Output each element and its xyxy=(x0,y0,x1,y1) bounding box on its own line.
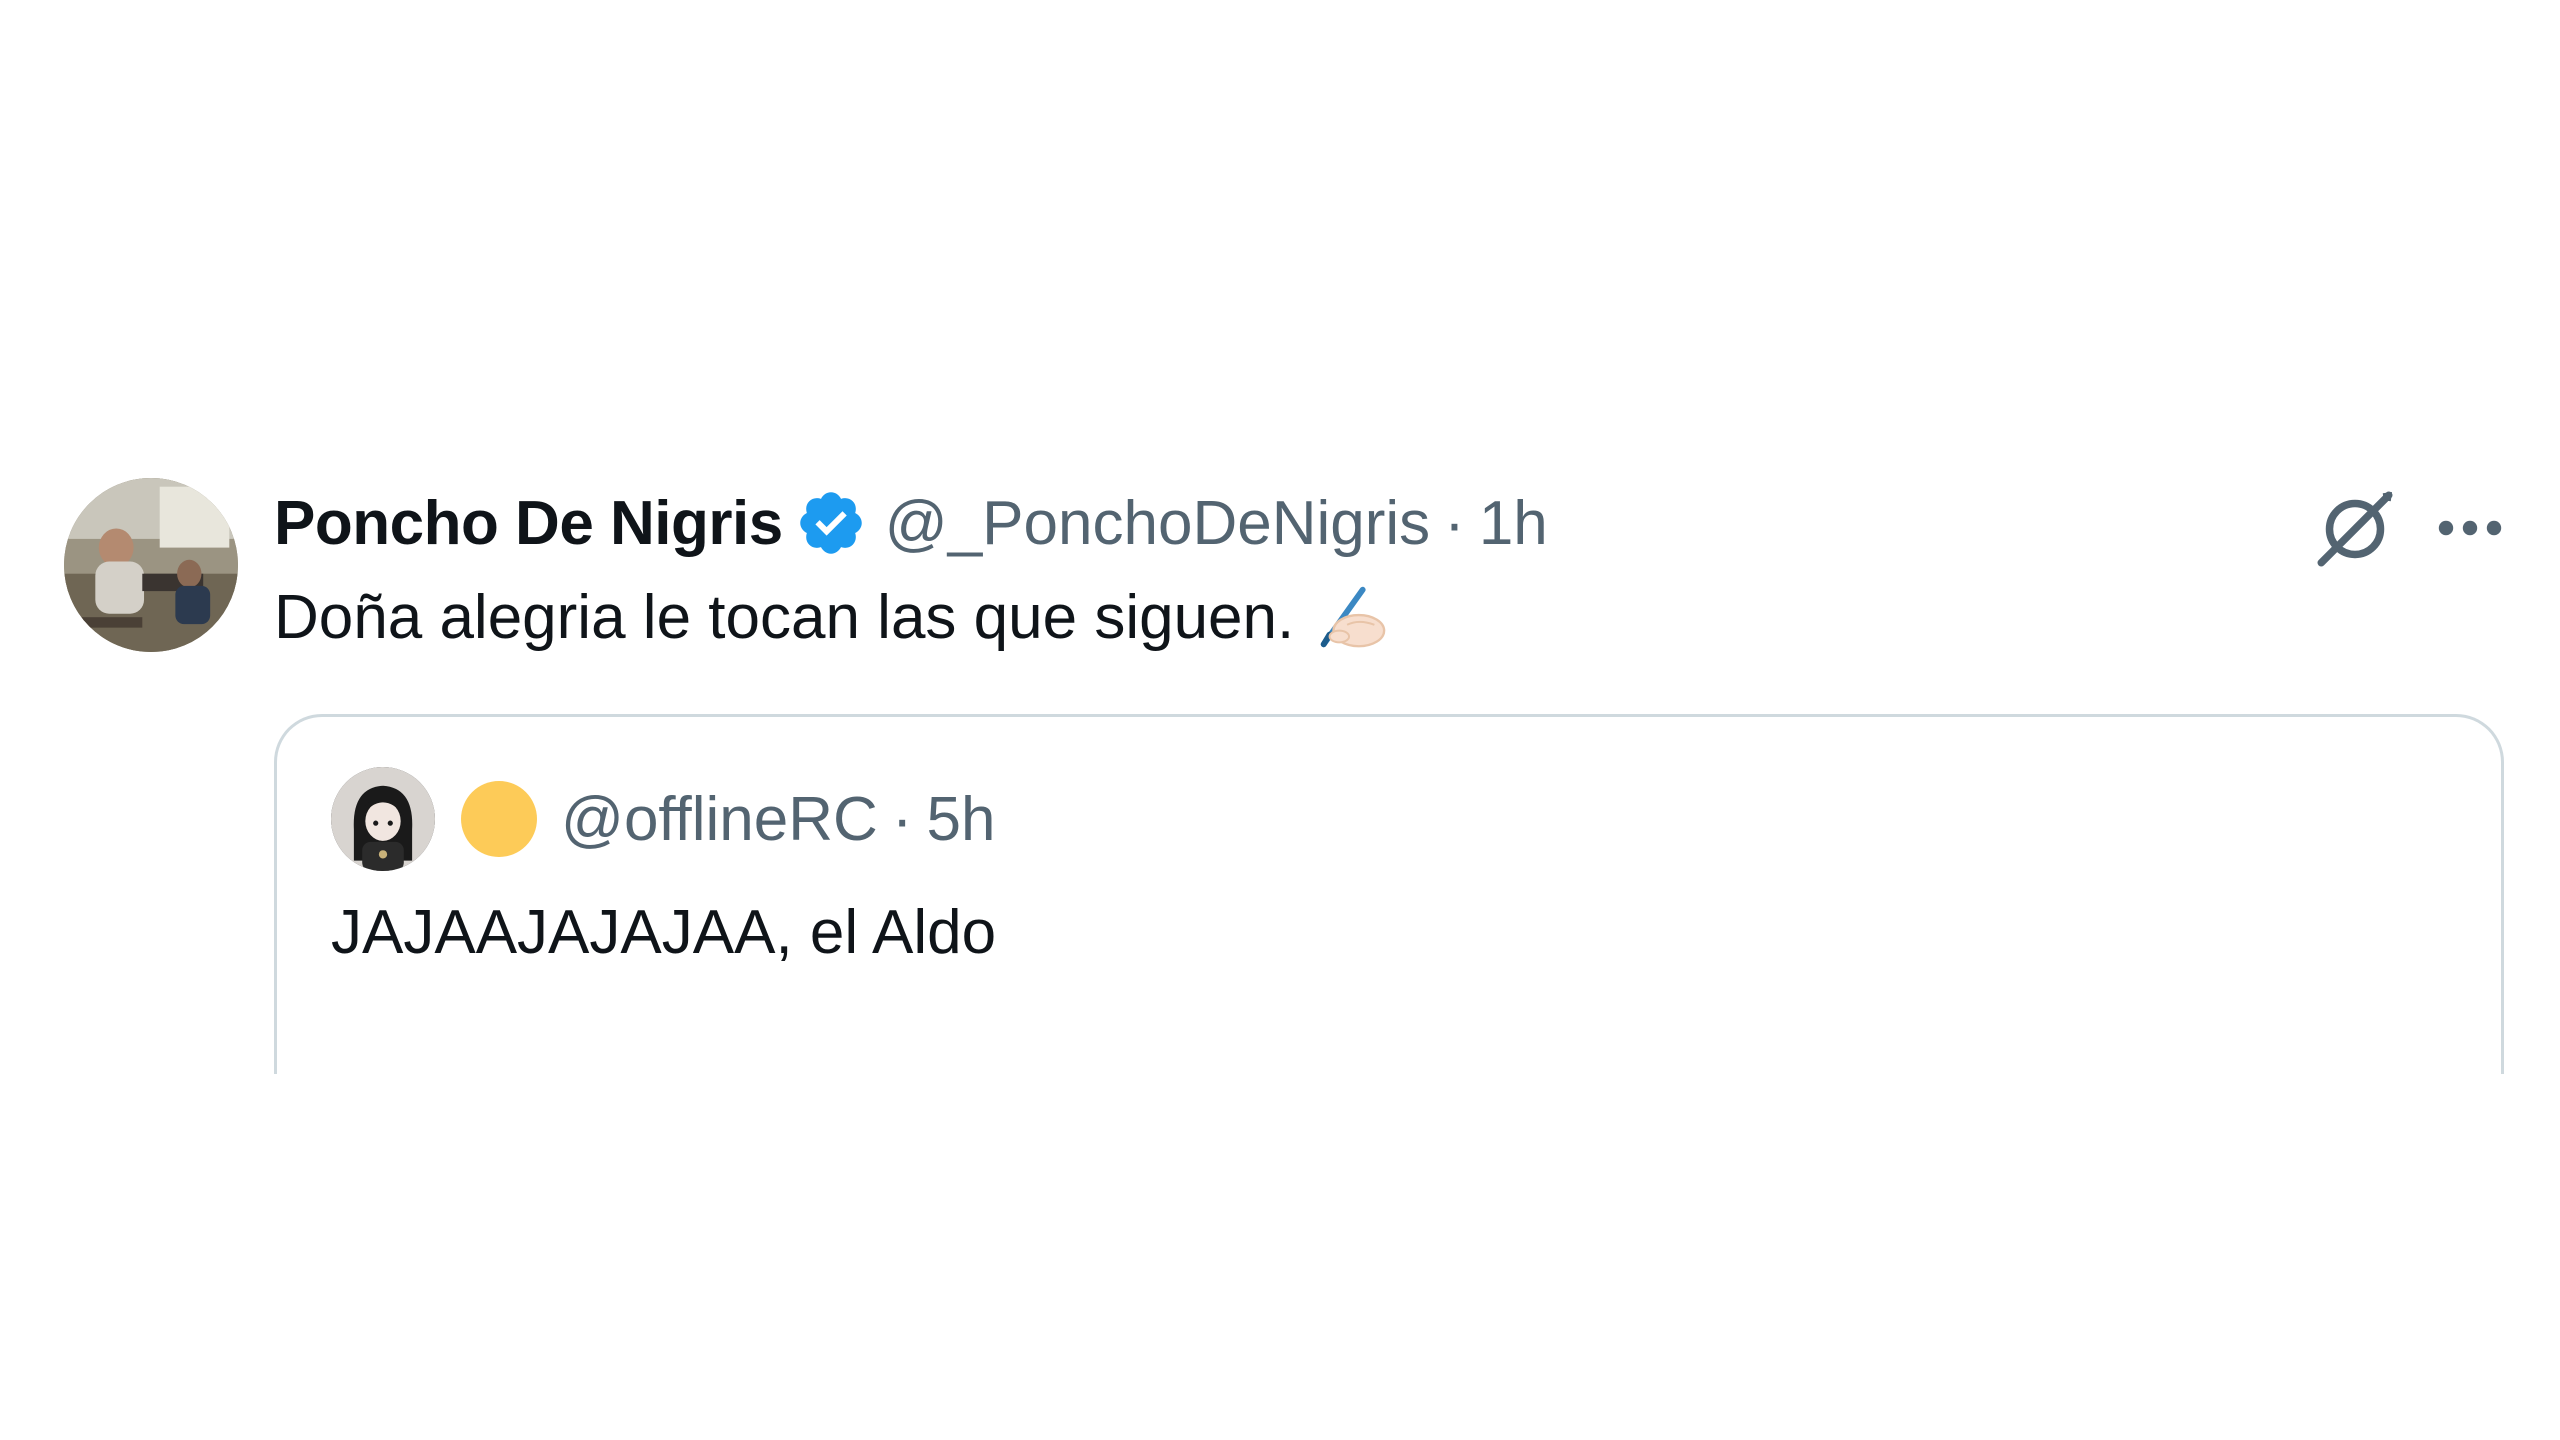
more-options-icon[interactable] xyxy=(2432,500,2508,556)
quoted-tweet-timestamp[interactable]: 5h xyxy=(926,784,995,855)
profile-photo-icon xyxy=(64,478,238,652)
quoted-author-handle[interactable]: @offlineRC xyxy=(561,784,878,855)
quoted-tweet-text: JAJAAJAJAJAA, el Aldo xyxy=(331,898,997,967)
tweet[interactable]: Poncho De Nigris @_PonchoDeNigris · 1h D… xyxy=(0,0,2560,1440)
writing-hand-emoji-icon xyxy=(1321,586,1386,648)
tweet-body: Doña alegria le tocan las que siguen. xyxy=(274,578,1390,656)
author-display-name[interactable]: Poncho De Nigris xyxy=(274,488,783,559)
grok-icon[interactable] xyxy=(2310,484,2400,574)
quoted-tweet-card[interactable]: @offlineRC · 5h JAJAAJAJAJAA, el Aldo xyxy=(274,714,2504,1074)
separator-dot: · xyxy=(1444,488,1465,558)
author-avatar[interactable] xyxy=(64,478,238,652)
quoted-tweet-header: @offlineRC · 5h xyxy=(331,767,995,871)
anime-avatar-icon xyxy=(331,767,435,871)
yellow-circle-emoji-icon xyxy=(461,781,537,857)
quoted-author-avatar[interactable] xyxy=(331,767,435,871)
author-handle[interactable]: @_PonchoDeNigris xyxy=(885,488,1430,559)
verified-badge-icon xyxy=(800,492,862,554)
tweet-timestamp[interactable]: 1h xyxy=(1479,488,1548,559)
separator-dot: · xyxy=(891,784,913,854)
tweet-text: Doña alegria le tocan las que siguen. xyxy=(274,582,1295,652)
tweet-header: Poncho De Nigris @_PonchoDeNigris · 1h xyxy=(274,486,1548,560)
